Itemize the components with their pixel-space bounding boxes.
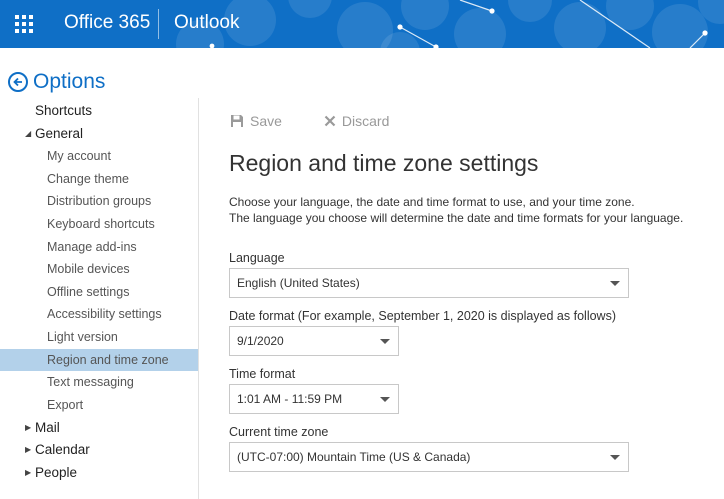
nav-item-mobile-devices[interactable]: Mobile devices bbox=[0, 258, 198, 281]
nav-item-mail[interactable]: ▶ Mail bbox=[0, 416, 198, 439]
options-title: Options bbox=[33, 70, 106, 93]
nav-item-accessibility-settings[interactable]: Accessibility settings bbox=[0, 303, 198, 326]
save-icon bbox=[230, 114, 244, 128]
brand-link[interactable]: Office 365 bbox=[64, 0, 150, 48]
time-format-value: 1:01 AM - 11:59 PM bbox=[237, 392, 343, 406]
chevron-down-icon bbox=[610, 281, 620, 286]
nav-item-label: General bbox=[35, 125, 84, 141]
nav-divider bbox=[198, 98, 199, 499]
time-zone-label: Current time zone bbox=[229, 425, 329, 439]
description-line: The language you choose will determine t… bbox=[229, 211, 684, 225]
nav-item-general[interactable]: ◢ General bbox=[0, 123, 198, 146]
chevron-down-icon bbox=[380, 339, 390, 344]
nav-item-shortcuts[interactable]: Shortcuts bbox=[0, 100, 198, 123]
nav-item-keyboard-shortcuts[interactable]: Keyboard shortcuts bbox=[0, 213, 198, 236]
nav-item-change-theme[interactable]: Change theme bbox=[0, 168, 198, 191]
time-zone-select[interactable]: (UTC-07:00) Mountain Time (US & Canada) bbox=[229, 442, 629, 472]
nav-item-light-version[interactable]: Light version bbox=[0, 326, 198, 349]
language-value: English (United States) bbox=[237, 276, 360, 290]
caret-right-icon: ▶ bbox=[25, 445, 32, 455]
nav-item-my-account[interactable]: My account bbox=[0, 145, 198, 168]
time-format-select[interactable]: 1:01 AM - 11:59 PM bbox=[229, 384, 399, 414]
settings-toolbar: Save Discard bbox=[230, 110, 431, 132]
discard-button[interactable]: Discard bbox=[324, 113, 389, 129]
back-arrow-icon[interactable] bbox=[8, 72, 28, 92]
close-icon bbox=[324, 115, 336, 127]
page-title: Region and time zone settings bbox=[229, 150, 539, 176]
nav-item-region-and-time-zone[interactable]: Region and time zone bbox=[0, 348, 198, 372]
nav-item-text-messaging[interactable]: Text messaging bbox=[0, 371, 198, 394]
app-launcher-button[interactable] bbox=[0, 0, 48, 48]
nav-item-people[interactable]: ▶ People bbox=[0, 462, 198, 485]
page-description: Choose your language, the date and time … bbox=[229, 194, 683, 226]
app-name-link[interactable]: Outlook bbox=[174, 0, 239, 48]
nav-item-manage-add-ins[interactable]: Manage add-ins bbox=[0, 236, 198, 259]
chevron-down-icon bbox=[380, 397, 390, 402]
nav-item-calendar[interactable]: ▶ Calendar bbox=[0, 439, 198, 462]
discard-label: Discard bbox=[341, 113, 390, 129]
chevron-down-icon bbox=[610, 455, 620, 460]
save-button[interactable]: Save bbox=[230, 113, 282, 129]
nav-item-distribution-groups[interactable]: Distribution groups bbox=[0, 190, 198, 213]
options-nav: Shortcuts ◢ General My account Change th… bbox=[0, 100, 198, 484]
header-pattern bbox=[176, 0, 724, 48]
time-zone-value: (UTC-07:00) Mountain Time (US & Canada) bbox=[237, 450, 471, 464]
options-header: Options bbox=[8, 68, 105, 96]
nav-item-label: People bbox=[35, 464, 78, 480]
nav-item-offline-settings[interactable]: Offline settings bbox=[0, 281, 198, 304]
date-format-select[interactable]: 9/1/2020 bbox=[229, 326, 399, 356]
header-divider bbox=[158, 9, 159, 39]
language-select[interactable]: English (United States) bbox=[229, 268, 629, 298]
caret-right-icon: ▶ bbox=[25, 467, 32, 477]
caret-down-icon: ◢ bbox=[25, 128, 32, 138]
date-format-value: 9/1/2020 bbox=[237, 334, 284, 348]
save-label: Save bbox=[250, 113, 282, 129]
caret-right-icon: ▶ bbox=[25, 422, 32, 432]
nav-item-label: Calendar bbox=[35, 442, 90, 458]
time-format-label: Time format bbox=[229, 367, 296, 381]
waffle-icon bbox=[15, 15, 33, 33]
nav-item-export[interactable]: Export bbox=[0, 394, 198, 417]
date-format-label: Date format (For example, September 1, 2… bbox=[229, 309, 616, 323]
top-bar: Office 365 Outlook bbox=[0, 0, 724, 48]
language-label: Language bbox=[229, 251, 285, 265]
description-line: Choose your language, the date and time … bbox=[229, 195, 635, 209]
nav-item-label: Mail bbox=[35, 419, 60, 435]
